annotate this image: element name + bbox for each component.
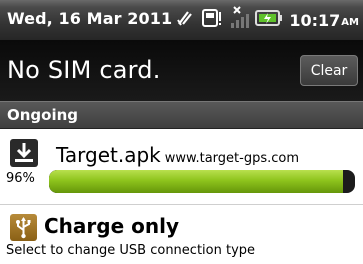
notification-header: No SIM card. Clear [0,40,363,101]
status-date: Wed, 16 Mar 2011 [7,9,173,28]
carrier-label: No SIM card. [7,56,161,84]
section-label: Ongoing [7,106,79,124]
ongoing-section-header: Ongoing [0,101,363,129]
status-time: 10:17 [289,10,341,30]
status-ampm: AM [341,16,359,28]
download-filename: Target.apk [56,143,161,167]
battery-charging-icon [255,9,283,31]
sd-card-icon [201,7,223,33]
usb-icon [10,214,37,241]
download-icon [10,139,38,167]
download-source: www.target-gps.com [164,151,299,166]
download-progress-bar [49,170,355,193]
status-bar: Wed, 16 Mar 2011 10:17 AM [0,0,363,40]
usb-notification-title[interactable]: Charge only [44,214,179,238]
download-title: Target.apk www.target-gps.com [56,143,299,167]
download-progress-fill [49,170,343,193]
download-percent: 96% [6,171,35,186]
download-notification[interactable] [0,129,363,206]
clear-button[interactable]: Clear [300,55,358,86]
usb-notification-subtitle[interactable]: Select to change USB connection type [6,243,255,258]
no-signal-icon [229,6,250,34]
notification-divider [0,204,363,205]
status-icons: 10:17 AM [175,6,359,34]
usb-debug-icon [175,8,195,32]
